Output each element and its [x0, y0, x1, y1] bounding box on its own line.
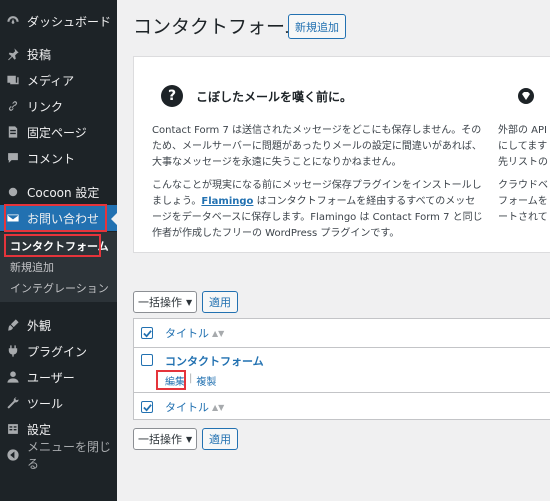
sidebar-item-label: ダッシュボード: [27, 14, 112, 29]
notice-col2-line: ートされて: [498, 212, 548, 223]
table-row: コンタクトフォーム 編集 | 複製: [134, 348, 550, 392]
sidebar-item-label: ユーザー: [27, 370, 75, 385]
sidebar-item-label: 設定: [27, 422, 52, 437]
bulk-action-select[interactable]: 一括操作 ▼: [133, 291, 197, 313]
sidebar-item-label: メディア: [27, 73, 75, 88]
sidebar-item-links[interactable]: リンク: [0, 93, 117, 119]
add-new-button[interactable]: 新規追加: [288, 14, 346, 39]
notice-paragraph-2: こんなことが現実になる前にメッセージ保存プラグインをインストールしましょう。Fl…: [152, 178, 484, 242]
edit-link[interactable]: 編集: [165, 373, 185, 388]
title-column-footer[interactable]: タイトル: [165, 399, 209, 415]
notice-col2-line: 外部の API: [498, 125, 547, 136]
sort-icon[interactable]: ▲▼: [212, 403, 224, 412]
apply-button[interactable]: 適用: [202, 291, 238, 313]
comment-icon: [6, 151, 20, 165]
brush-icon: [6, 318, 20, 332]
sidebar-item-plugins[interactable]: プラグイン: [0, 338, 117, 364]
select-all-checkbox-footer[interactable]: [141, 401, 153, 413]
user-icon: [6, 370, 20, 384]
mail-icon: [6, 211, 20, 225]
collapse-menu-button[interactable]: メニューを閉じる: [0, 440, 117, 471]
collapse-icon: [6, 448, 20, 462]
sidebar-item-cocoon[interactable]: Cocoon 設定: [0, 179, 117, 205]
question-icon: ?: [161, 85, 183, 107]
bulk-select-label: 一括操作: [138, 433, 182, 446]
chevron-down-icon: ▼: [186, 434, 193, 444]
select-all-checkbox[interactable]: [141, 327, 153, 339]
sidebar-item-media[interactable]: メディア: [0, 67, 117, 93]
notice-col2-line: クラウドベ: [498, 180, 548, 191]
notice-col2-line: にしてます: [498, 141, 548, 152]
submenu-item-contact-forms[interactable]: コンタクトフォーム: [0, 236, 117, 256]
sort-icon[interactable]: ▲▼: [212, 329, 224, 338]
sidebar-item-label: コメント: [27, 151, 76, 166]
sidebar-item-label: プラグイン: [27, 344, 88, 359]
apply-button-bottom[interactable]: 適用: [202, 428, 238, 450]
page-icon: [6, 125, 20, 139]
sidebar-item-contact[interactable]: お問い合わせ: [0, 205, 117, 231]
sidebar-item-posts[interactable]: 投稿: [0, 41, 117, 67]
form-title-link[interactable]: コンタクトフォーム: [165, 353, 264, 369]
chevron-down-icon: ▼: [186, 297, 193, 307]
pin-icon: [6, 47, 20, 61]
page-title: コンタクトフォーム: [133, 16, 304, 38]
sidebar-item-label: リンク: [27, 99, 64, 114]
sidebar-item-label: Cocoon 設定: [27, 185, 100, 200]
sidebar-item-label: お問い合わせ: [27, 211, 100, 226]
dashboard-icon: [6, 14, 20, 28]
main-content: コンタクトフォーム 新規追加 ? こぼしたメールを嘆く前に。 Contact F…: [117, 0, 550, 501]
plugin-icon: [6, 344, 20, 358]
sidebar-item-users[interactable]: ユーザー: [0, 364, 117, 390]
bulk-actions-top: 一括操作 ▼ 適用: [133, 291, 238, 313]
row-checkbox[interactable]: [141, 354, 153, 366]
notice-title: こぼしたメールを嘆く前に。: [196, 90, 353, 104]
submenu-item-add-new[interactable]: 新規追加: [0, 257, 117, 277]
link-icon: [6, 99, 20, 113]
notice-col2-line: 先リストの: [498, 157, 548, 168]
notice-col2-line: フォームを: [498, 196, 548, 207]
table-header: タイトル ▲▼: [134, 319, 550, 348]
settings-icon: [6, 422, 20, 436]
sidebar-item-tools[interactable]: ツール: [0, 390, 117, 416]
separator: |: [189, 373, 193, 384]
sidebar-item-label: メニューを閉じる: [27, 440, 112, 471]
notice-paragraph-1: Contact Form 7 は送信されたメッセージをどこにも保存しません。その…: [152, 125, 482, 168]
wrench-icon: [6, 396, 20, 410]
sidebar-item-label: 固定ページ: [27, 125, 87, 140]
contact-submenu: コンタクトフォーム 新規追加 インテグレーション: [0, 232, 117, 302]
sidebar-item-pages[interactable]: 固定ページ: [0, 119, 117, 145]
diamond-icon: [518, 88, 534, 104]
sidebar-item-label: 投稿: [27, 47, 52, 62]
flamingo-link[interactable]: Flamingo: [201, 196, 253, 207]
sidebar-item-dashboard[interactable]: ダッシュボード: [0, 8, 117, 34]
bulk-action-select-bottom[interactable]: 一括操作 ▼: [133, 428, 197, 450]
table-footer: タイトル ▲▼: [134, 392, 550, 421]
contact-forms-table: タイトル ▲▼ コンタクトフォーム 編集 | 複製 タイトル ▲▼: [133, 318, 550, 420]
sidebar-item-comments[interactable]: コメント: [0, 145, 117, 171]
circle-icon: [6, 185, 20, 199]
sidebar-item-appearance[interactable]: 外観: [0, 312, 117, 338]
row-actions: 編集 | 複製: [165, 373, 216, 388]
media-icon: [6, 73, 20, 87]
title-column-header[interactable]: タイトル: [165, 325, 209, 341]
flamingo-notice: ? こぼしたメールを嘆く前に。 Contact Form 7 は送信されたメッセ…: [133, 56, 550, 253]
bulk-select-label: 一括操作: [138, 296, 182, 309]
submenu-item-integration[interactable]: インテグレーション: [0, 278, 117, 298]
bulk-actions-bottom: 一括操作 ▼ 適用: [133, 428, 238, 450]
sidebar-item-label: 外観: [27, 318, 52, 333]
sidebar-item-label: ツール: [27, 396, 64, 411]
copy-link[interactable]: 複製: [196, 373, 216, 388]
admin-sidebar: ダッシュボード 投稿 メディア リンク 固定ページ コメント Cocoon 設定…: [0, 0, 117, 501]
